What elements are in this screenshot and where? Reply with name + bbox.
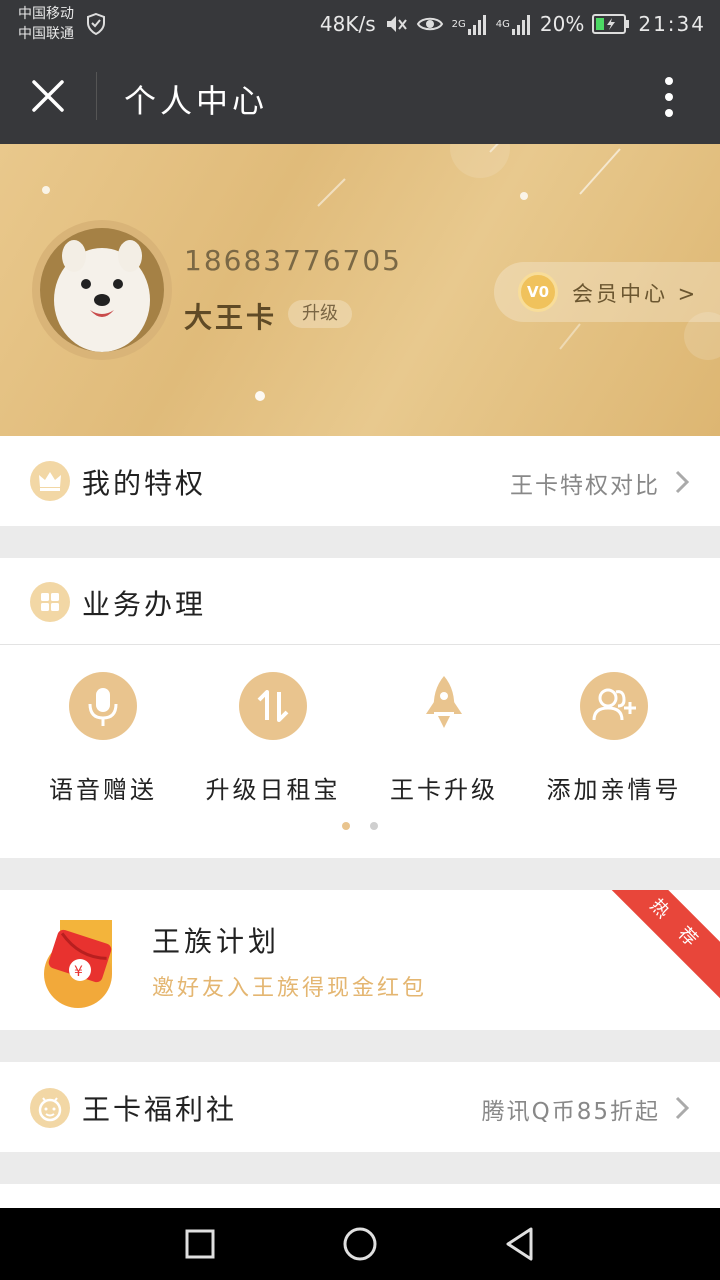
- microphone-icon: [69, 672, 137, 740]
- welfare-promo-link[interactable]: 腾讯Q币85折起: [482, 1092, 660, 1126]
- avatar[interactable]: [32, 220, 172, 360]
- welfare-title: 王卡福利社: [82, 1093, 238, 1126]
- member-center-label: 会员中心 >: [572, 282, 699, 306]
- clock: 21:34: [638, 12, 706, 36]
- carrier-secondary: 中国联通: [18, 26, 74, 42]
- divider: [0, 644, 720, 645]
- card-name: 大王卡: [184, 301, 278, 334]
- close-icon[interactable]: [30, 78, 66, 114]
- more-options-icon[interactable]: [664, 76, 674, 118]
- status-bar: 中国移动 中国联通 48K/s 2G 4G 20% 21:34: [0, 0, 720, 48]
- chevron-right-icon: [675, 470, 690, 494]
- title-divider: [96, 72, 97, 120]
- hot-badge: 热 荐: [584, 890, 720, 1018]
- service-voice-gift[interactable]: 语音赠送: [18, 672, 188, 805]
- svg-text:¥: ¥: [74, 964, 83, 980]
- network-type-4g: 4G: [495, 18, 510, 30]
- promo-subtitle: 邀好友入王族得现金红包: [152, 976, 428, 1001]
- pager-dot[interactable]: [370, 822, 378, 830]
- shield-icon: [87, 13, 105, 35]
- profile-banner: 18683776705 大王卡 升级 V0 会员中心 >: [0, 144, 720, 436]
- promo-title: 王族计划: [152, 925, 281, 958]
- network-type-2g: 2G: [451, 18, 466, 30]
- business-title: 业务办理: [82, 588, 207, 621]
- phone-number: 18683776705: [184, 244, 402, 277]
- service-card-upgrade[interactable]: 王卡升级: [359, 672, 529, 805]
- battery-icon: [592, 14, 630, 34]
- service-label: 王卡升级: [390, 776, 498, 804]
- pager-dot-active[interactable]: [342, 822, 350, 830]
- rocket-icon: [410, 672, 478, 740]
- promo-card[interactable]: ¥ 王族计划 邀好友入王族得现金红包 热 荐: [0, 890, 720, 1030]
- service-label: 语音赠送: [49, 776, 157, 804]
- welfare-row[interactable]: 王卡福利社 腾讯Q币85折起: [0, 1062, 720, 1152]
- level-badge: V0: [518, 272, 558, 312]
- dog-avatar-icon: [40, 228, 164, 352]
- service-label: 升级日租宝: [205, 776, 341, 804]
- crown-icon: [30, 461, 70, 501]
- battery-percent: 20%: [539, 12, 585, 36]
- signal-icon: [467, 15, 486, 35]
- privilege-title: 我的特权: [82, 467, 207, 500]
- home-icon[interactable]: [342, 1226, 378, 1262]
- system-nav-bar: [0, 1208, 720, 1280]
- mute-icon: [386, 16, 407, 32]
- upgrade-button[interactable]: 升级: [288, 300, 352, 328]
- red-envelope-icon: ¥: [44, 920, 112, 1008]
- add-users-icon: [580, 672, 648, 740]
- signal-icon: [511, 15, 530, 35]
- service-add-family[interactable]: 添加亲情号: [529, 672, 699, 805]
- back-icon[interactable]: [504, 1226, 536, 1262]
- up-down-arrows-icon: [239, 672, 307, 740]
- chevron-right-icon: [675, 1096, 690, 1120]
- grid-icon: [30, 582, 70, 622]
- page-title: 个人中心: [124, 82, 269, 120]
- recent-apps-icon[interactable]: [184, 1228, 216, 1260]
- avatar-image: [40, 228, 164, 352]
- service-upgrade-daily[interactable]: 升级日租宝: [188, 672, 358, 805]
- gift-face-icon: [30, 1088, 70, 1128]
- next-section-peek: [0, 1184, 720, 1208]
- network-speed: 48K/s: [319, 12, 376, 36]
- title-bar: 个人中心: [0, 48, 720, 144]
- carrier-info: 中国移动 中国联通: [18, 4, 74, 44]
- eye-icon: [416, 17, 443, 31]
- status-right: 48K/s 2G 4G 20% 21:34: [320, 10, 706, 38]
- service-label: 添加亲情号: [546, 776, 682, 804]
- carrier-primary: 中国移动: [18, 6, 74, 22]
- privilege-row[interactable]: 我的特权 王卡特权对比: [0, 436, 720, 526]
- privilege-compare-link[interactable]: 王卡特权对比: [510, 466, 660, 500]
- member-center-button[interactable]: V0 会员中心 >: [494, 262, 720, 322]
